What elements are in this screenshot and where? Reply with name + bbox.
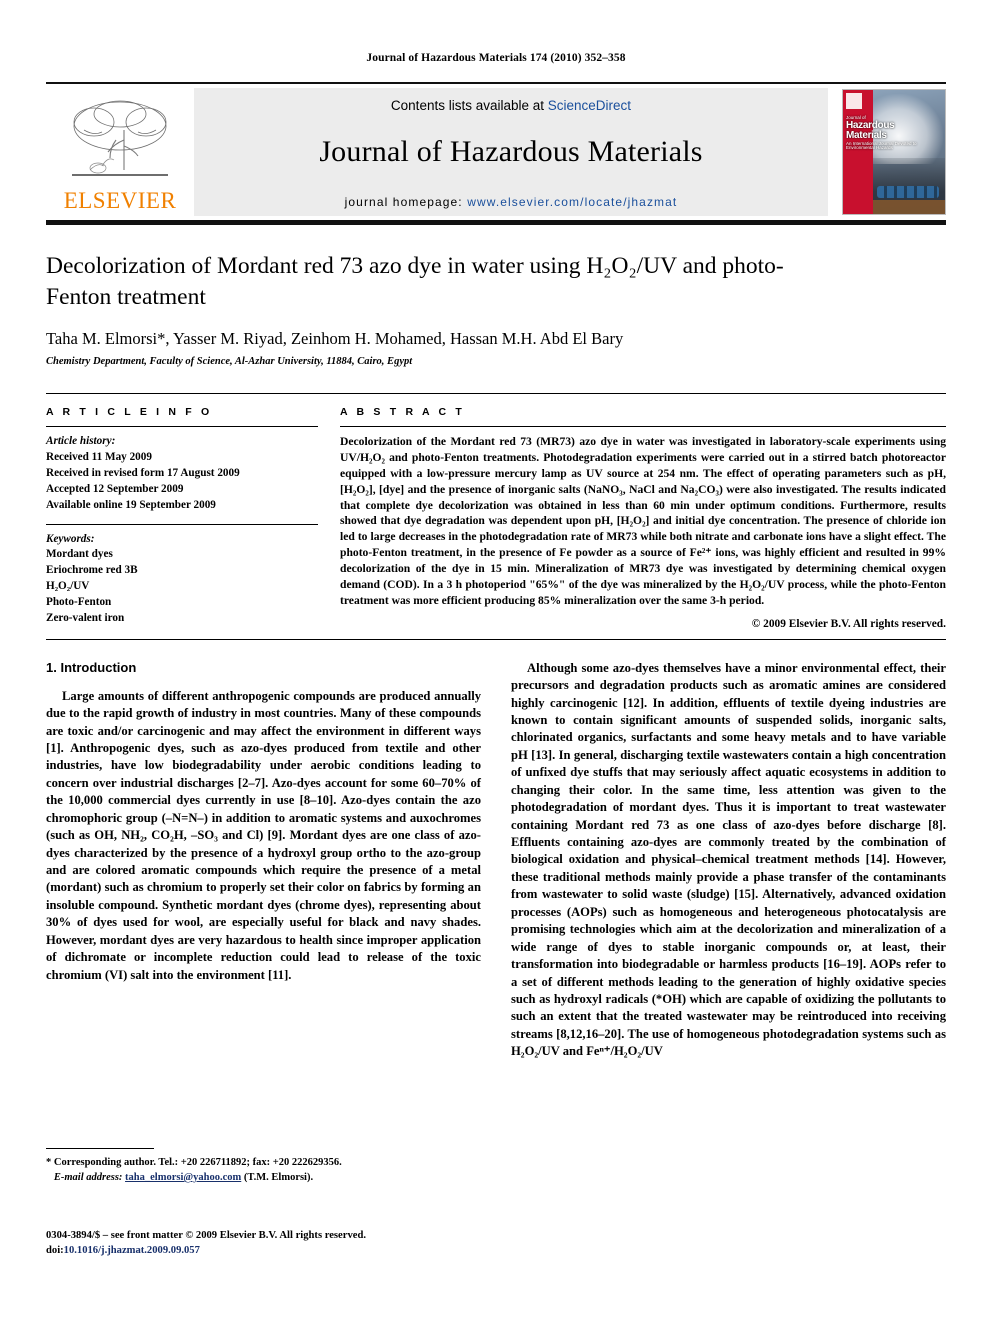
info-abstract-row: A R T I C L E I N F O Article history: R…	[46, 393, 946, 630]
abstract-column: A B S T R A C T Decolorization of the Mo…	[340, 406, 946, 630]
footnote-rule	[46, 1148, 154, 1149]
affiliation: Chemistry Department, Faculty of Science…	[46, 356, 413, 368]
cover-subtitle: An International Journal Devoted to Envi…	[846, 140, 917, 151]
cover-ground-graphic	[873, 200, 945, 214]
email-suffix: (T.M. Elmorsi).	[243, 1171, 314, 1183]
elsevier-tree-icon	[72, 100, 168, 176]
keywords-label: Keywords:	[46, 532, 95, 545]
masthead-bottom-rule	[46, 220, 946, 225]
masthead-center: Contents lists available at ScienceDirec…	[194, 88, 828, 216]
doi-line: doi:10.1016/j.jhazmat.2009.09.057	[46, 1243, 486, 1258]
journal-masthead: ELSEVIER Contents lists available at Sci…	[46, 82, 946, 216]
keyword-item: Photo-Fenton	[46, 596, 112, 609]
email-link[interactable]: taha_elmorsi@yahoo.com	[125, 1172, 241, 1183]
keywords-block: Keywords: Mordant dyes Eriochrome red 3B…	[46, 532, 318, 627]
history-label: Article history:	[46, 435, 116, 448]
cover-tanks-graphic	[877, 186, 939, 198]
email-note: E-mail address: taha_elmorsi@yahoo.com (…	[46, 1171, 470, 1186]
sciencedirect-link[interactable]: ScienceDirect	[548, 98, 631, 113]
abstract-text: Decolorization of the Mordant red 73 (MR…	[340, 435, 946, 607]
keyword-item: Eriochrome red 3B	[46, 564, 138, 577]
journal-cover-cell: Journal of Hazardous Materials An Intern…	[828, 88, 946, 216]
elsevier-wordmark: ELSEVIER	[63, 188, 177, 213]
article-info-heading: A R T I C L E I N F O	[46, 406, 213, 419]
imprint-block: 0304-3894/$ – see front matter © 2009 El…	[46, 1228, 486, 1259]
abstract-bottom-rule	[46, 638, 946, 640]
journal-homepage-line: journal homepage: www.elsevier.com/locat…	[345, 195, 678, 209]
paper-title: Decolorization of Mordant red 73 azo dye…	[46, 253, 784, 311]
journal-title: Journal of Hazardous Materials	[319, 134, 703, 168]
cover-elsevier-mark	[846, 93, 862, 109]
running-head: Journal of Hazardous Materials 174 (2010…	[366, 52, 626, 64]
author-list: Taha M. Elmorsi*, Yasser M. Riyad, Zeinh…	[46, 329, 624, 349]
email-label: E-mail address:	[53, 1171, 123, 1183]
article-history: Article history: Received 11 May 2009 Re…	[46, 434, 318, 514]
contents-available-line: Contents lists available at ScienceDirec…	[391, 98, 631, 113]
paper-page: Journal of Hazardous Materials 174 (2010…	[0, 0, 992, 1323]
doi-label: doi:	[46, 1245, 64, 1257]
history-item: Accepted 12 September 2009	[46, 482, 184, 495]
abstract-heading: A B S T R A C T	[340, 406, 465, 419]
abstract-copyright: © 2009 Elsevier B.V. All rights reserved…	[751, 617, 946, 630]
homepage-label: journal homepage:	[344, 194, 463, 209]
corresponding-author-note: * Corresponding author. Tel.: +20 226711…	[46, 1157, 342, 1168]
intro-paragraph-right: Although some azo-dyes themselves have a…	[511, 660, 946, 1059]
body-column-right: Although some azo-dyes themselves have a…	[511, 660, 946, 1061]
history-item: Received in revised form 17 August 2009	[46, 466, 240, 479]
journal-cover-thumbnail[interactable]: Journal of Hazardous Materials An Intern…	[842, 89, 946, 215]
keyword-item: Zero-valent iron	[46, 612, 125, 625]
title-block: Decolorization of Mordant red 73 azo dye…	[46, 251, 946, 367]
issn-line: 0304-3894/$ – see front matter © 2009 El…	[46, 1230, 366, 1241]
abstract-rule-top	[340, 426, 946, 428]
footnote-area: * Corresponding author. Tel.: +20 226711…	[46, 1148, 470, 1186]
history-item: Received 11 May 2009	[46, 450, 152, 463]
keyword-item: Mordant dyes	[46, 548, 113, 561]
doi-link[interactable]: 10.1016/j.jhazmat.2009.09.057	[64, 1245, 200, 1256]
intro-paragraph-left: Large amounts of different anthropogenic…	[46, 688, 481, 982]
keyword-item: H₂O₂/UV	[46, 580, 90, 593]
contents-prefix: Contents lists available at	[390, 97, 545, 113]
history-item: Available online 19 September 2009	[46, 498, 216, 511]
body-column-left: 1. Introduction Large amounts of differe…	[46, 660, 481, 1061]
body-columns: 1. Introduction Large amounts of differe…	[46, 660, 946, 1061]
elsevier-logo: ELSEVIER	[46, 88, 194, 216]
info-rule-mid	[46, 523, 318, 525]
article-info-column: A R T I C L E I N F O Article history: R…	[46, 406, 318, 630]
section-heading-introduction: 1. Introduction	[46, 659, 137, 675]
homepage-url-link[interactable]: www.elsevier.com/locate/jhazmat	[467, 195, 677, 209]
cover-title-text: Journal of Hazardous Materials An Intern…	[846, 115, 918, 151]
info-rule-top	[46, 426, 318, 428]
